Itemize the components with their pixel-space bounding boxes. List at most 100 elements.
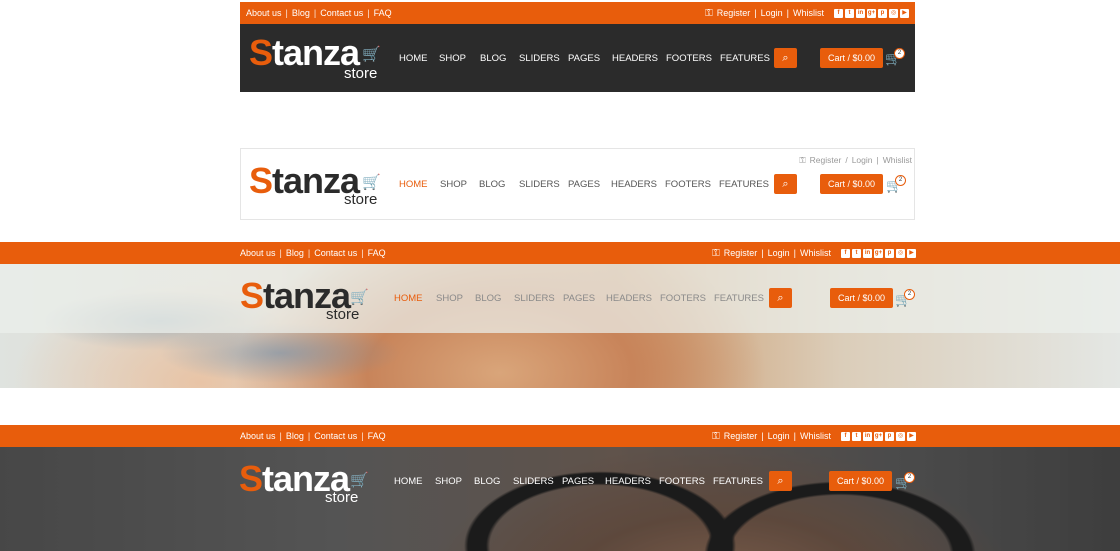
- search-button[interactable]: ⌕: [774, 174, 797, 194]
- nav-headers[interactable]: HEADERS: [611, 179, 665, 190]
- nav-sliders[interactable]: SLIDERS: [519, 179, 568, 190]
- instagram-icon[interactable]: ◎: [896, 431, 905, 441]
- nav-features[interactable]: FEATURES: [714, 293, 769, 304]
- blog-link[interactable]: Blog: [286, 431, 304, 441]
- nav-sliders[interactable]: SLIDERS: [514, 293, 563, 304]
- nav-footers[interactable]: FOOTERS: [666, 53, 720, 64]
- top-links: About us | Blog | Contact us | FAQ: [240, 431, 386, 441]
- twitter-icon[interactable]: t: [852, 431, 861, 441]
- blog-link[interactable]: Blog: [286, 248, 304, 258]
- register-link[interactable]: Register: [724, 248, 758, 258]
- nav-blog[interactable]: BLOG: [479, 179, 519, 190]
- logo[interactable]: Stanza 🛒 store: [239, 461, 369, 509]
- nav-headers[interactable]: HEADERS: [606, 293, 660, 304]
- logo[interactable]: Stanza 🛒 store: [249, 35, 381, 83]
- nav-home[interactable]: HOME: [394, 293, 436, 304]
- account-links: ⚿ Register / Login | Whislist: [799, 155, 912, 166]
- blog-link[interactable]: Blog: [292, 8, 310, 18]
- instagram-icon[interactable]: ◎: [896, 248, 905, 258]
- header-variant-photo-dark: About us | Blog | Contact us | FAQ ⚿ Regist…: [0, 425, 1120, 551]
- logo[interactable]: Stanza 🛒 store: [240, 278, 370, 326]
- nav-footers[interactable]: FOOTERS: [660, 293, 714, 304]
- google-plus-icon[interactable]: g+: [874, 431, 883, 441]
- youtube-icon[interactable]: ▶: [900, 8, 909, 18]
- login-link[interactable]: Login: [768, 431, 790, 441]
- pinterest-icon[interactable]: p: [885, 431, 894, 441]
- cart-button[interactable]: Cart / $0.00: [830, 288, 894, 308]
- main-nav: HOME SHOP BLOG SLIDERS PAGES HEADERS FOO…: [394, 293, 769, 304]
- search-button[interactable]: ⌕: [774, 48, 797, 68]
- nav-blog[interactable]: BLOG: [474, 476, 513, 487]
- youtube-icon[interactable]: ▶: [907, 431, 916, 441]
- twitter-icon[interactable]: t: [852, 248, 861, 258]
- search-icon: ⌕: [782, 178, 789, 190]
- contact-link[interactable]: Contact us: [314, 431, 357, 441]
- about-link[interactable]: About us: [246, 8, 282, 18]
- youtube-icon[interactable]: ▶: [907, 248, 916, 258]
- nav-headers[interactable]: HEADERS: [612, 53, 666, 64]
- nav-blog[interactable]: BLOG: [475, 293, 514, 304]
- nav-shop[interactable]: SHOP: [440, 179, 479, 190]
- about-link[interactable]: About us: [240, 431, 276, 441]
- nav-footers[interactable]: FOOTERS: [665, 179, 719, 190]
- linkedin-icon[interactable]: in: [863, 431, 872, 441]
- faq-link[interactable]: FAQ: [368, 248, 386, 258]
- nav-home[interactable]: HOME: [399, 53, 439, 64]
- nav-pages[interactable]: PAGES: [568, 179, 611, 190]
- wishlist-link[interactable]: Whislist: [800, 431, 831, 441]
- linkedin-icon[interactable]: in: [856, 8, 865, 18]
- nav-features[interactable]: FEATURES: [719, 179, 774, 190]
- about-link[interactable]: About us: [240, 248, 276, 258]
- nav-shop[interactable]: SHOP: [436, 293, 475, 304]
- facebook-icon[interactable]: f: [841, 248, 850, 258]
- nav-home[interactable]: HOME: [399, 179, 440, 190]
- cart-button[interactable]: Cart / $0.00: [820, 174, 884, 194]
- twitter-icon[interactable]: t: [845, 8, 854, 18]
- nav-shop[interactable]: SHOP: [439, 53, 480, 64]
- account-links: ⚿ Register | Login | Whislist: [705, 7, 824, 19]
- main-nav: HOME SHOP BLOG SLIDERS PAGES HEADERS FOO…: [399, 53, 775, 64]
- nav-footers[interactable]: FOOTERS: [659, 476, 713, 487]
- account-links: ⚿ Register | Login | Whislist: [712, 430, 831, 442]
- linkedin-icon[interactable]: in: [863, 248, 872, 258]
- nav-features[interactable]: FEATURES: [720, 53, 775, 64]
- faq-link[interactable]: FAQ: [368, 431, 386, 441]
- search-button[interactable]: ⌕: [769, 288, 792, 308]
- google-plus-icon[interactable]: g+: [867, 8, 876, 18]
- facebook-icon[interactable]: f: [834, 8, 843, 18]
- login-link[interactable]: Login: [761, 8, 783, 18]
- nav-pages[interactable]: PAGES: [563, 293, 606, 304]
- faq-link[interactable]: FAQ: [374, 8, 392, 18]
- nav-headers[interactable]: HEADERS: [605, 476, 659, 487]
- register-link[interactable]: Register: [717, 8, 751, 18]
- register-link[interactable]: Register: [724, 431, 758, 441]
- register-link[interactable]: Register: [810, 155, 842, 166]
- contact-link[interactable]: Contact us: [320, 8, 363, 18]
- wishlist-link[interactable]: Whislist: [793, 8, 824, 18]
- wishlist-link[interactable]: Whislist: [800, 248, 831, 258]
- login-link[interactable]: Login: [768, 248, 790, 258]
- nav-sliders[interactable]: SLIDERS: [519, 53, 568, 64]
- cart-button[interactable]: Cart / $0.00: [820, 48, 884, 68]
- key-icon: ⚿: [705, 7, 713, 19]
- search-icon: ⌕: [782, 52, 789, 64]
- contact-link[interactable]: Contact us: [314, 248, 357, 258]
- nav-home[interactable]: HOME: [394, 476, 435, 487]
- wishlist-link[interactable]: Whislist: [883, 155, 912, 166]
- cart-button[interactable]: Cart / $0.00: [829, 471, 893, 491]
- login-link[interactable]: Login: [852, 155, 873, 166]
- pinterest-icon[interactable]: p: [885, 248, 894, 258]
- logo[interactable]: Stanza 🛒 store: [249, 163, 381, 211]
- nav-sliders[interactable]: SLIDERS: [513, 476, 562, 487]
- nav-shop[interactable]: SHOP: [435, 476, 474, 487]
- search-button[interactable]: ⌕: [769, 471, 792, 491]
- instagram-icon[interactable]: ◎: [889, 8, 898, 18]
- google-plus-icon[interactable]: g+: [874, 248, 883, 258]
- nav-pages[interactable]: PAGES: [568, 53, 612, 64]
- nav-blog[interactable]: BLOG: [480, 53, 519, 64]
- header-variant-light: ⚿ Register / Login | Whislist Stanza 🛒 sto…: [240, 148, 915, 220]
- nav-pages[interactable]: PAGES: [562, 476, 605, 487]
- facebook-icon[interactable]: f: [841, 431, 850, 441]
- pinterest-icon[interactable]: p: [878, 8, 887, 18]
- nav-features[interactable]: FEATURES: [713, 476, 768, 487]
